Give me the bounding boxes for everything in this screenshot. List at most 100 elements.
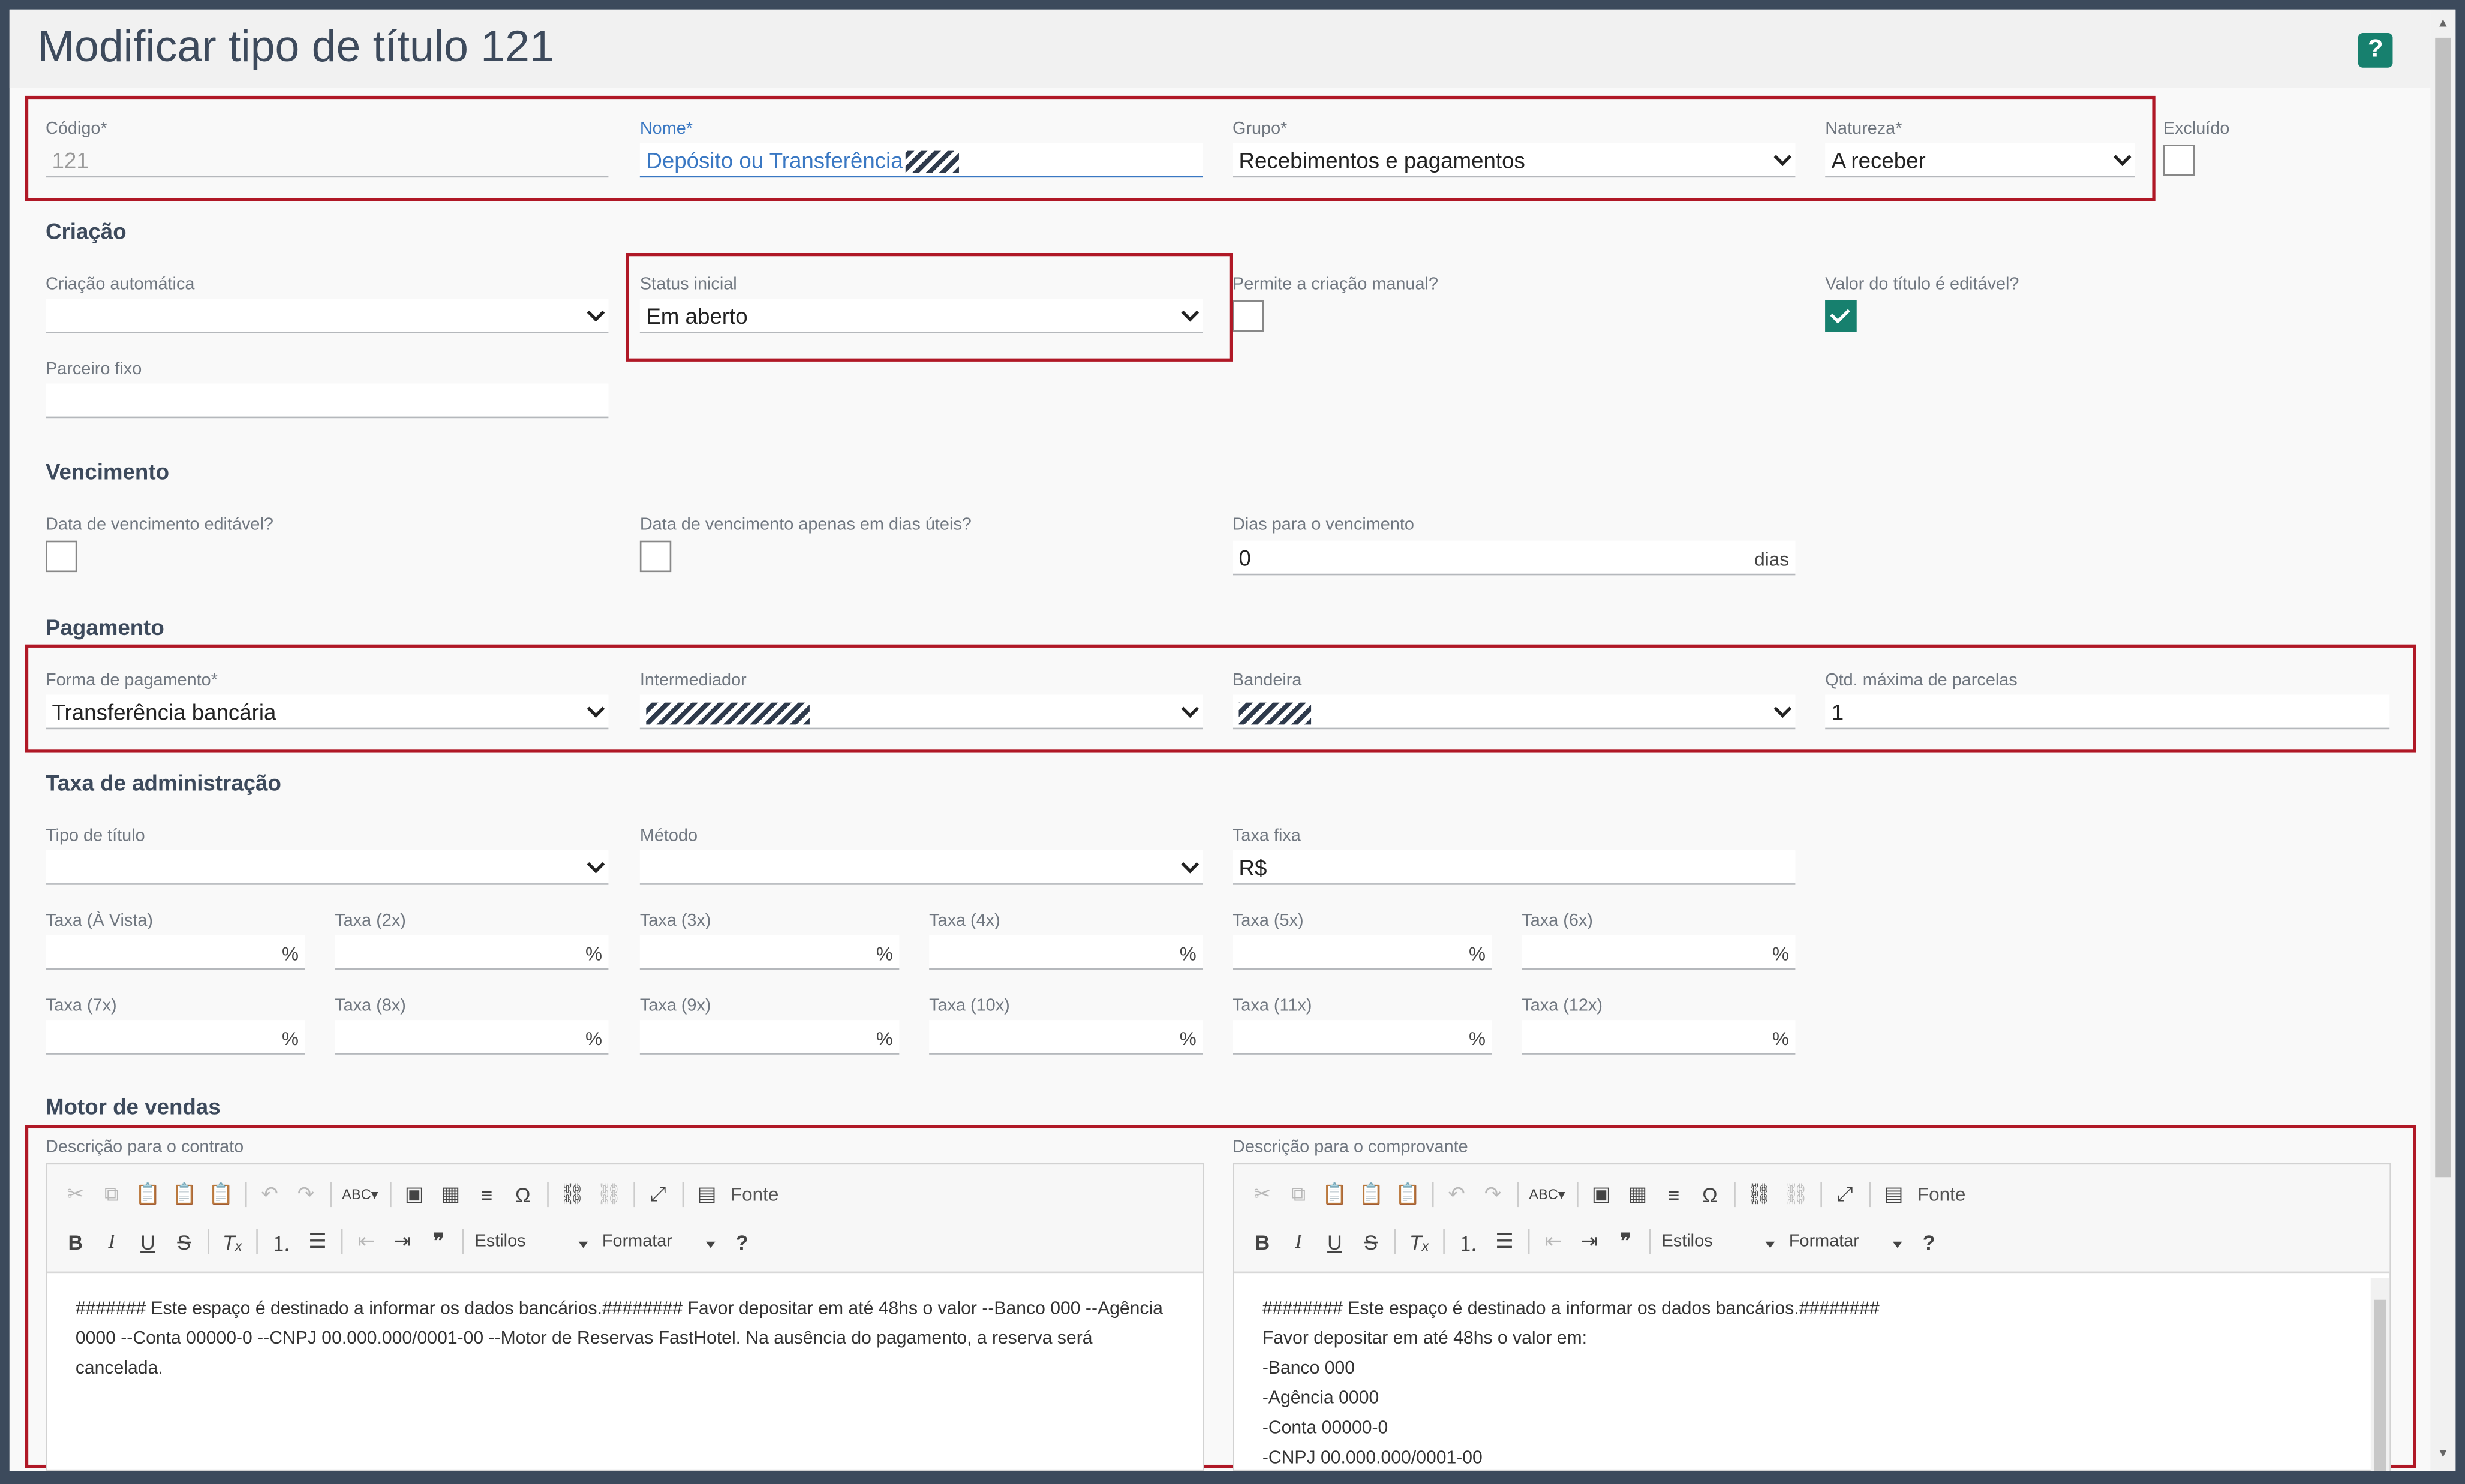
- paste-text-icon[interactable]: 📋: [172, 1182, 197, 1207]
- styles-dropdown[interactable]: Estilos: [475, 1232, 591, 1251]
- underline-icon[interactable]: U: [1322, 1230, 1347, 1253]
- numbered-list-icon[interactable]: ⒈: [1456, 1227, 1481, 1257]
- bulleted-list-icon[interactable]: ☰: [1492, 1229, 1517, 1254]
- paste-word-icon[interactable]: 📋: [208, 1182, 233, 1207]
- blockquote-icon[interactable]: ❞: [1613, 1229, 1638, 1254]
- paste-icon[interactable]: 📋: [1322, 1182, 1347, 1207]
- taxa-rate-input[interactable]: %: [1522, 935, 1796, 970]
- maximize-icon[interactable]: ⤢: [1832, 1182, 1857, 1207]
- maximize-icon[interactable]: ⤢: [645, 1182, 671, 1207]
- paste-word-icon[interactable]: 📋: [1395, 1182, 1420, 1207]
- help-icon[interactable]: ?: [1916, 1230, 1941, 1253]
- horizontal-line-icon[interactable]: ≡: [474, 1182, 500, 1206]
- copy-icon[interactable]: ⧉: [1286, 1182, 1311, 1207]
- cut-icon[interactable]: ✂: [1250, 1182, 1275, 1207]
- grupo-select[interactable]: Recebimentos e pagamentos: [1232, 143, 1796, 178]
- cut-icon[interactable]: ✂: [63, 1182, 88, 1207]
- link-icon[interactable]: ⛓: [559, 1182, 585, 1207]
- excluido-checkbox[interactable]: [2163, 145, 2195, 176]
- scroll-down-icon[interactable]: ▼: [2430, 1446, 2455, 1461]
- taxa-rate-input[interactable]: %: [929, 935, 1203, 970]
- special-char-icon[interactable]: Ω: [1697, 1182, 1723, 1206]
- blockquote-icon[interactable]: ❞: [426, 1229, 451, 1254]
- bandeira-select[interactable]: [1232, 694, 1796, 730]
- nome-input[interactable]: Depósito ou Transferência: [639, 143, 1203, 178]
- italic-icon[interactable]: I: [1286, 1229, 1311, 1254]
- parcelas-input[interactable]: 1: [1825, 694, 2390, 730]
- paste-text-icon[interactable]: 📋: [1358, 1182, 1384, 1207]
- dias-uteis-checkbox[interactable]: [639, 540, 672, 573]
- scroll-up-icon[interactable]: ▲: [2430, 16, 2455, 30]
- status-inicial-select[interactable]: Em aberto: [639, 299, 1203, 333]
- italic-icon[interactable]: I: [99, 1229, 124, 1254]
- image-icon[interactable]: ▣: [1589, 1182, 1614, 1207]
- forma-pagamento-select[interactable]: Transferência bancária: [46, 694, 609, 730]
- help-icon[interactable]: ?: [2358, 33, 2393, 68]
- bold-icon[interactable]: B: [63, 1230, 88, 1253]
- unlink-icon[interactable]: ⛓: [596, 1182, 622, 1207]
- strikethrough-icon[interactable]: S: [172, 1230, 197, 1253]
- strikethrough-icon[interactable]: S: [1358, 1230, 1384, 1253]
- dias-vencimento-input[interactable]: 0 dias: [1232, 540, 1796, 576]
- special-char-icon[interactable]: Ω: [510, 1182, 536, 1206]
- undo-icon[interactable]: ↶: [1444, 1182, 1469, 1207]
- styles-dropdown[interactable]: Estilos: [1662, 1232, 1778, 1251]
- page-scrollbar-thumb[interactable]: [2435, 37, 2451, 1178]
- format-dropdown[interactable]: Formatar: [1789, 1232, 1905, 1251]
- format-dropdown[interactable]: Formatar: [602, 1232, 719, 1251]
- source-button[interactable]: Fonte: [731, 1184, 778, 1206]
- table-icon[interactable]: ▦: [1625, 1182, 1650, 1207]
- comprovante-editor[interactable]: ✂ ⧉ 📋 📋 📋 ↶ ↷ ABC▾ ▣ ▦ ≡ Ω ⛓ ⛓ ⤢ ▤ Fonte…: [1232, 1163, 2391, 1471]
- taxa-rate-input[interactable]: %: [639, 1020, 900, 1055]
- permite-manual-checkbox[interactable]: [1232, 300, 1264, 332]
- redo-icon[interactable]: ↷: [1480, 1182, 1505, 1207]
- table-icon[interactable]: ▦: [438, 1182, 463, 1207]
- intermediador-select[interactable]: [639, 694, 1203, 730]
- criacao-automatica-select[interactable]: [46, 299, 609, 333]
- bulleted-list-icon[interactable]: ☰: [305, 1229, 330, 1254]
- metodo-select[interactable]: [639, 850, 1203, 885]
- contrato-editor[interactable]: ✂ ⧉ 📋 📋 📋 ↶ ↷ ABC▾ ▣ ▦ ≡ Ω ⛓ ⛓ ⤢ ▤ Fonte…: [46, 1163, 1204, 1471]
- horizontal-line-icon[interactable]: ≡: [1661, 1182, 1687, 1206]
- undo-icon[interactable]: ↶: [257, 1182, 282, 1207]
- redo-icon[interactable]: ↷: [293, 1182, 318, 1207]
- remove-format-icon[interactable]: Tₓ: [220, 1230, 245, 1253]
- taxa-rate-input[interactable]: %: [46, 1020, 305, 1055]
- outdent-icon[interactable]: ⇤: [354, 1229, 379, 1254]
- taxa-rate-input[interactable]: %: [929, 1020, 1203, 1055]
- spellcheck-icon[interactable]: ABC▾: [1529, 1186, 1565, 1203]
- tipo-titulo-select[interactable]: [46, 850, 609, 885]
- indent-icon[interactable]: ⇥: [1577, 1229, 1602, 1254]
- taxa-rate-input[interactable]: %: [1232, 935, 1492, 970]
- outdent-icon[interactable]: ⇤: [1541, 1229, 1566, 1254]
- contrato-content[interactable]: ####### Este espaço é destinado a inform…: [47, 1273, 1203, 1407]
- source-button[interactable]: Fonte: [1917, 1184, 1965, 1206]
- natureza-select[interactable]: A receber: [1825, 143, 2135, 178]
- numbered-list-icon[interactable]: ⒈: [269, 1227, 294, 1257]
- unlink-icon[interactable]: ⛓: [1783, 1182, 1809, 1207]
- source-icon[interactable]: ▤: [695, 1182, 720, 1207]
- editor-scrollbar[interactable]: [2370, 1278, 2390, 1471]
- underline-icon[interactable]: U: [135, 1230, 160, 1253]
- remove-format-icon[interactable]: Tₓ: [1407, 1230, 1432, 1253]
- taxa-rate-input[interactable]: %: [639, 935, 900, 970]
- parceiro-fixo-input[interactable]: [46, 383, 609, 419]
- bold-icon[interactable]: B: [1250, 1230, 1275, 1253]
- taxa-fixa-input[interactable]: R$: [1232, 850, 1796, 885]
- indent-icon[interactable]: ⇥: [390, 1229, 415, 1254]
- help-icon[interactable]: ?: [729, 1230, 754, 1253]
- taxa-rate-input[interactable]: %: [335, 1020, 609, 1055]
- image-icon[interactable]: ▣: [402, 1182, 427, 1207]
- taxa-rate-input[interactable]: %: [1522, 1020, 1796, 1055]
- taxa-rate-input[interactable]: %: [335, 935, 609, 970]
- taxa-rate-input[interactable]: %: [1232, 1020, 1492, 1055]
- paste-icon[interactable]: 📋: [135, 1182, 160, 1207]
- spellcheck-icon[interactable]: ABC▾: [342, 1186, 378, 1203]
- source-icon[interactable]: ▤: [1881, 1182, 1907, 1207]
- valor-editavel-checkbox[interactable]: [1825, 300, 1857, 332]
- editor-scrollbar-thumb[interactable]: [2374, 1299, 2386, 1471]
- comprovante-content[interactable]: ######## Este espaço é destinado a infor…: [1234, 1273, 2390, 1471]
- taxa-rate-input[interactable]: %: [46, 935, 305, 970]
- link-icon[interactable]: ⛓: [1746, 1182, 1772, 1207]
- data-editavel-checkbox[interactable]: [46, 540, 77, 573]
